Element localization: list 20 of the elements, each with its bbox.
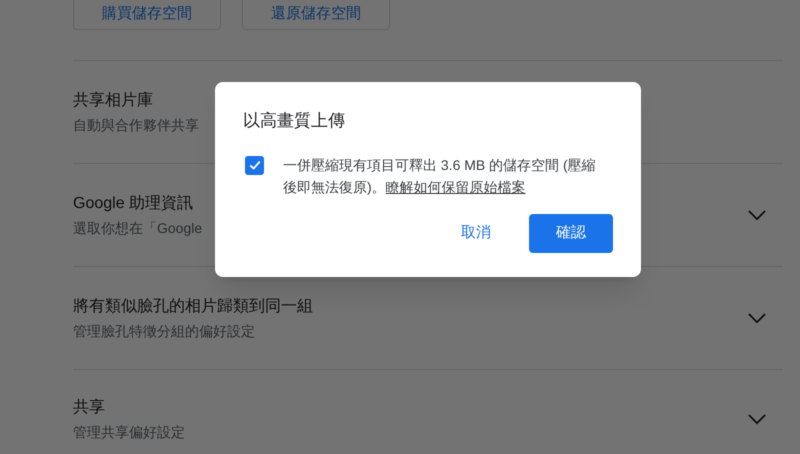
dialog-title: 以高畫質上傳 — [243, 110, 345, 132]
cancel-button[interactable]: 取消 — [443, 214, 509, 252]
chevron-down-icon[interactable] — [748, 414, 766, 425]
check-icon — [248, 158, 262, 172]
setting-description: 管理共享偏好設定 — [73, 423, 185, 442]
chevron-down-icon[interactable] — [748, 210, 766, 220]
confirm-button[interactable]: 確認 — [529, 214, 613, 252]
setting-title: 共享相片庫 — [73, 90, 153, 110]
setting-description: 管理臉孔特徵分組的偏好設定 — [73, 322, 255, 340]
setting-description: 自動與合作夥伴共享 — [73, 116, 199, 134]
setting-description: 選取你想在「Google — [73, 218, 202, 238]
setting-title: 將有類似臉孔的相片歸類到同一組 — [73, 296, 313, 316]
storage-button[interactable]: 還原儲存空間 — [242, 0, 390, 30]
setting-title: 共享 — [73, 398, 105, 418]
chevron-down-icon[interactable] — [748, 312, 766, 324]
checkbox[interactable] — [245, 156, 264, 174]
learn-more-link[interactable]: 瞭解如何保留原始檔案 — [386, 178, 526, 194]
storage-button[interactable]: 購買儲存空間 — [73, 0, 221, 30]
option-description: 一併壓縮現有項目可釋出 3.6 MB 的儲存空間 (壓縮後即無法復原)。瞭解如何保留原始檔案 — [283, 156, 597, 197]
setting-title: Google 助理資訊 — [73, 194, 194, 214]
